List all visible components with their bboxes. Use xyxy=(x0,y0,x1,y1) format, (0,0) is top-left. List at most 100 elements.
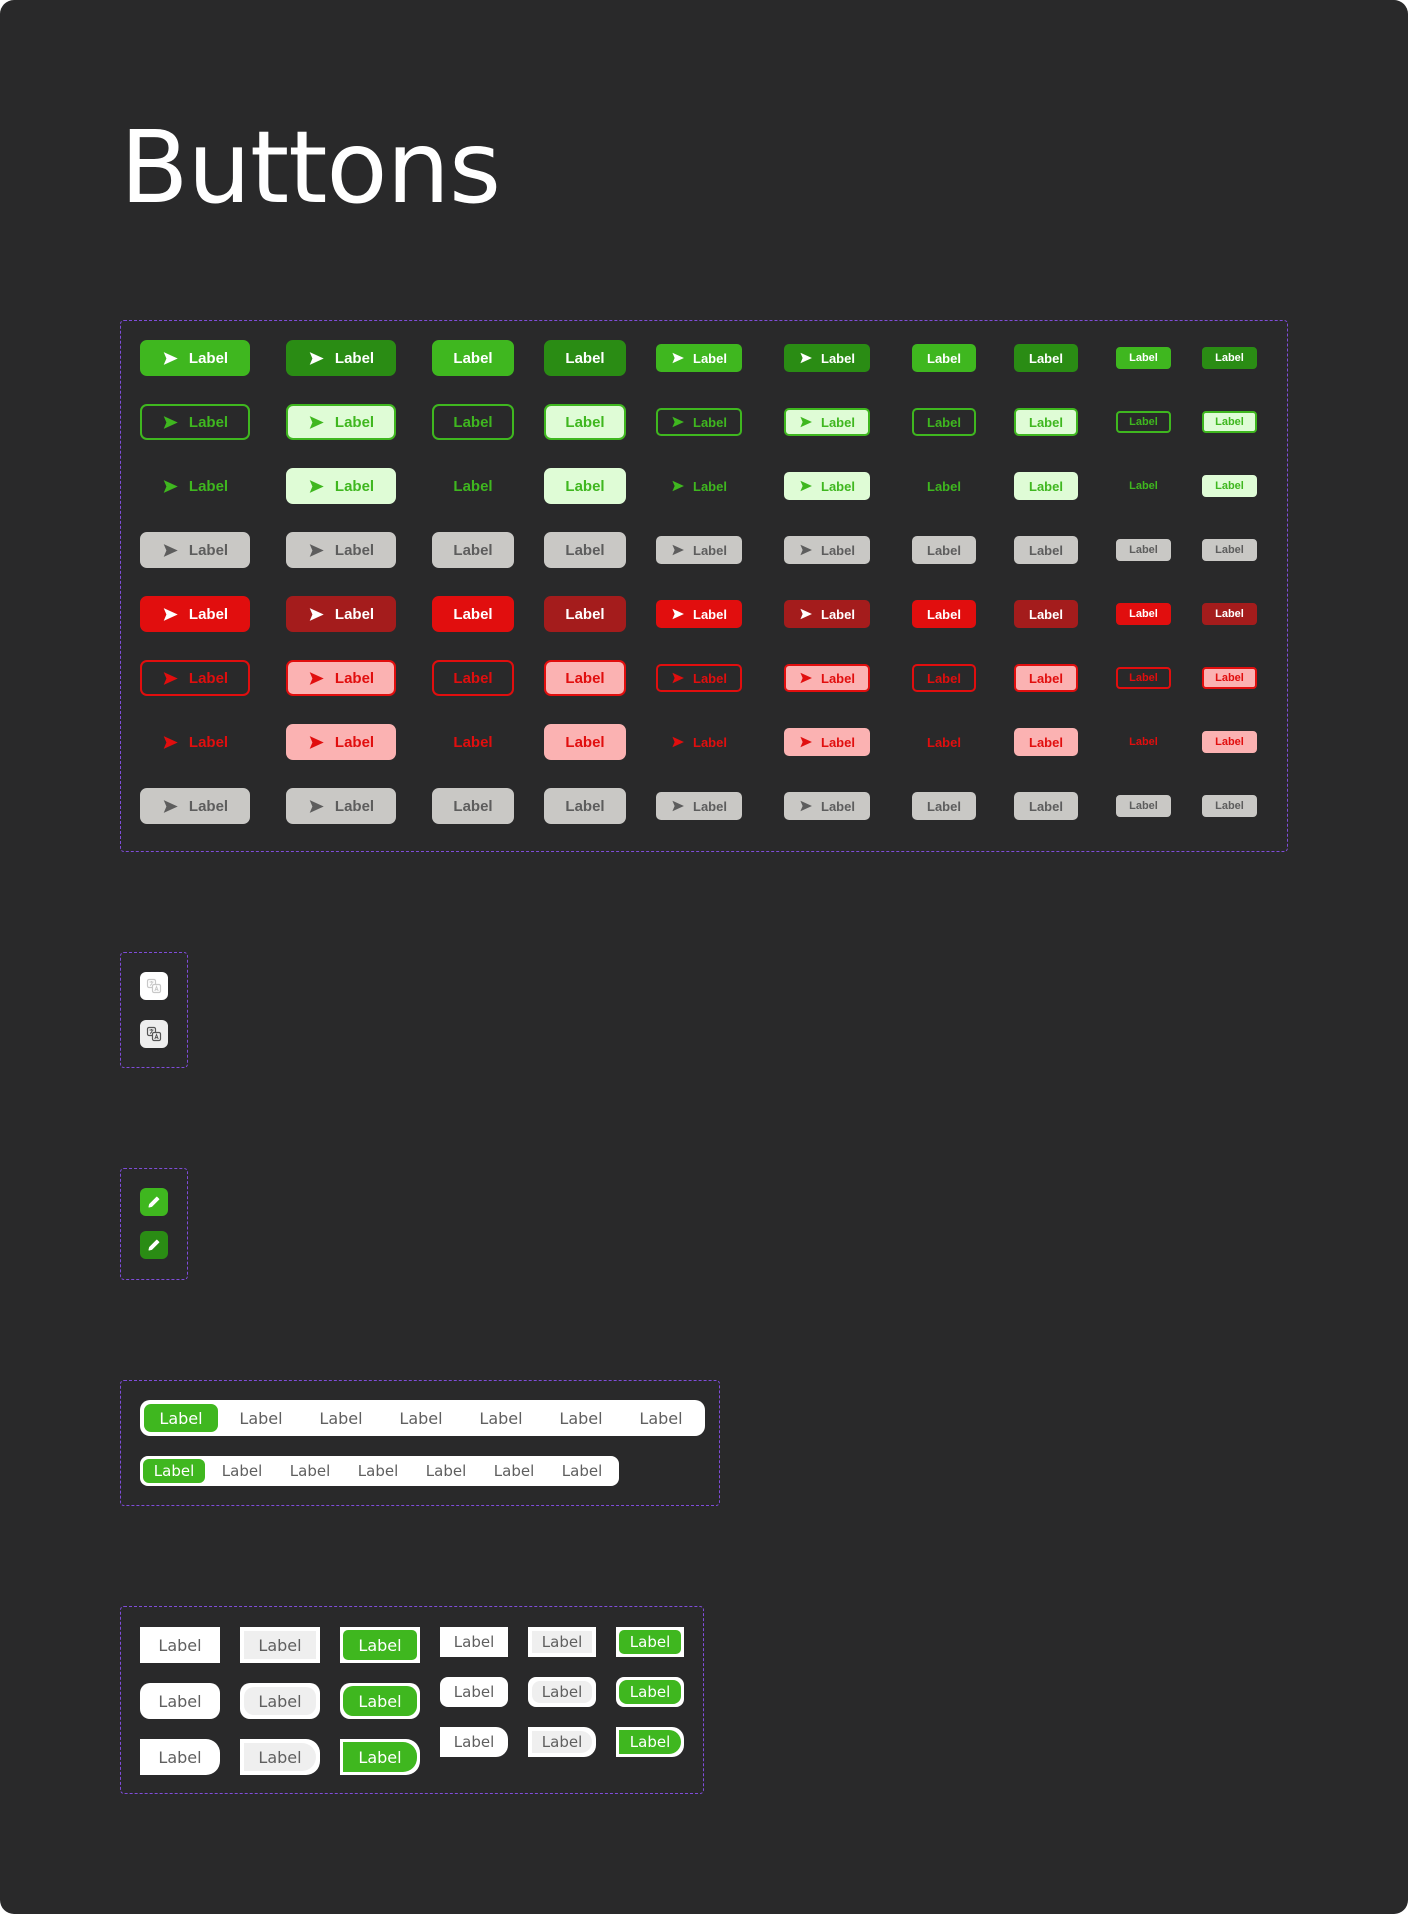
green-ghost-button-large-text-dark[interactable]: Label xyxy=(544,468,626,504)
red-filled-button-small-text[interactable]: Label xyxy=(1116,603,1171,625)
neutral-filled-button-large-text-dark[interactable]: Label xyxy=(544,532,626,568)
option-button-default-square[interactable]: Label xyxy=(440,1627,508,1657)
option-button-default-pill-right[interactable]: Label xyxy=(440,1727,508,1757)
green-outline-button-large-text-dark[interactable]: Label xyxy=(544,404,626,440)
red-outline-button-large-icon[interactable]: Label xyxy=(140,660,250,696)
option-button-default-rounded[interactable]: Label xyxy=(440,1677,508,1707)
red-outline-button-large-icon-dark[interactable]: Label xyxy=(286,660,396,696)
green-outline-button-large-icon-dark[interactable]: Label xyxy=(286,404,396,440)
segment-option[interactable]: Label xyxy=(301,1400,381,1436)
green-ghost-button-large-icon[interactable]: Label xyxy=(140,468,250,504)
segment-option[interactable]: Label xyxy=(144,1404,218,1432)
neutral-filled-button-medium-icon[interactable]: Label xyxy=(656,536,742,564)
red-outline-button-small-text[interactable]: Label xyxy=(1116,667,1171,689)
green-filled-button-medium-text-dark[interactable]: Label xyxy=(1014,344,1078,372)
neutral-disabled-button-large-icon[interactable]: Label xyxy=(140,788,250,824)
green-filled-button-medium-icon-dark[interactable]: Label xyxy=(784,344,870,372)
green-ghost-button-small-text-dark[interactable]: Label xyxy=(1202,475,1257,497)
red-ghost-button-large-icon[interactable]: Label xyxy=(140,724,250,760)
option-button-selected-rounded[interactable]: Label xyxy=(340,1683,420,1719)
segment-option[interactable]: Label xyxy=(541,1400,621,1436)
edit-button[interactable] xyxy=(140,1188,168,1216)
option-button-hover-pill-right[interactable]: Label xyxy=(528,1727,596,1757)
option-button-hover-square[interactable]: Label xyxy=(528,1627,596,1657)
red-filled-button-large-icon-dark[interactable]: Label xyxy=(286,596,396,632)
green-ghost-button-medium-text[interactable]: Label xyxy=(912,472,976,500)
red-outline-button-large-text-dark[interactable]: Label xyxy=(544,660,626,696)
green-filled-button-large-icon-dark[interactable]: Label xyxy=(286,340,396,376)
red-filled-button-large-text[interactable]: Label xyxy=(432,596,514,632)
option-button-hover-pill-right[interactable]: Label xyxy=(240,1739,320,1775)
red-ghost-button-medium-text-dark[interactable]: Label xyxy=(1014,728,1078,756)
green-filled-button-small-text-dark[interactable]: Label xyxy=(1202,347,1257,369)
red-ghost-button-small-text[interactable]: Label xyxy=(1116,731,1171,753)
green-ghost-button-large-icon-dark[interactable]: Label xyxy=(286,468,396,504)
option-button-hover-square[interactable]: Label xyxy=(240,1627,320,1663)
neutral-disabled-button-medium-text[interactable]: Label xyxy=(912,792,976,820)
option-button-hover-rounded[interactable]: Label xyxy=(240,1683,320,1719)
neutral-filled-button-medium-icon-dark[interactable]: Label xyxy=(784,536,870,564)
option-button-selected-pill-right[interactable]: Label xyxy=(340,1739,420,1775)
green-filled-button-medium-icon[interactable]: Label xyxy=(656,344,742,372)
segment-option[interactable]: Label xyxy=(621,1400,701,1436)
green-ghost-button-medium-text-dark[interactable]: Label xyxy=(1014,472,1078,500)
red-filled-button-small-text-dark[interactable]: Label xyxy=(1202,603,1257,625)
green-outline-button-small-text[interactable]: Label xyxy=(1116,411,1171,433)
green-filled-button-small-text[interactable]: Label xyxy=(1116,347,1171,369)
segment-option[interactable]: Label xyxy=(412,1456,480,1486)
segment-option[interactable]: Label xyxy=(276,1456,344,1486)
red-filled-button-medium-text[interactable]: Label xyxy=(912,600,976,628)
red-outline-button-medium-icon-dark[interactable]: Label xyxy=(784,664,870,692)
green-filled-button-large-text[interactable]: Label xyxy=(432,340,514,376)
red-ghost-button-medium-icon[interactable]: Label xyxy=(656,728,742,756)
red-outline-button-medium-icon[interactable]: Label xyxy=(656,664,742,692)
translate-button-hover[interactable] xyxy=(140,1020,168,1048)
neutral-filled-button-medium-text[interactable]: Label xyxy=(912,536,976,564)
green-filled-button-large-text-dark[interactable]: Label xyxy=(544,340,626,376)
neutral-disabled-button-large-text-dark[interactable]: Label xyxy=(544,788,626,824)
neutral-filled-button-small-text[interactable]: Label xyxy=(1116,539,1171,561)
neutral-filled-button-medium-text-dark[interactable]: Label xyxy=(1014,536,1078,564)
segment-option[interactable]: Label xyxy=(381,1400,461,1436)
neutral-disabled-button-small-text-dark[interactable]: Label xyxy=(1202,795,1257,817)
green-filled-button-large-icon[interactable]: Label xyxy=(140,340,250,376)
red-outline-button-large-text[interactable]: Label xyxy=(432,660,514,696)
green-outline-button-medium-text[interactable]: Label xyxy=(912,408,976,436)
option-button-selected-pill-right[interactable]: Label xyxy=(616,1727,684,1757)
green-outline-button-medium-text-dark[interactable]: Label xyxy=(1014,408,1078,436)
green-ghost-button-medium-icon[interactable]: Label xyxy=(656,472,742,500)
option-button-default-square[interactable]: Label xyxy=(140,1627,220,1663)
red-filled-button-large-icon[interactable]: Label xyxy=(140,596,250,632)
red-filled-button-medium-text-dark[interactable]: Label xyxy=(1014,600,1078,628)
green-outline-button-medium-icon[interactable]: Label xyxy=(656,408,742,436)
green-outline-button-medium-icon-dark[interactable]: Label xyxy=(784,408,870,436)
green-ghost-button-large-text[interactable]: Label xyxy=(432,468,514,504)
neutral-filled-button-large-icon-dark[interactable]: Label xyxy=(286,532,396,568)
segment-option[interactable]: Label xyxy=(548,1456,616,1486)
red-ghost-button-small-text-dark[interactable]: Label xyxy=(1202,731,1257,753)
neutral-filled-button-small-text-dark[interactable]: Label xyxy=(1202,539,1257,561)
red-ghost-button-large-icon-dark[interactable]: Label xyxy=(286,724,396,760)
segment-option[interactable]: Label xyxy=(208,1456,276,1486)
option-button-selected-rounded[interactable]: Label xyxy=(616,1677,684,1707)
neutral-disabled-button-small-text[interactable]: Label xyxy=(1116,795,1171,817)
neutral-disabled-button-medium-icon-dark[interactable]: Label xyxy=(784,792,870,820)
option-button-default-rounded[interactable]: Label xyxy=(140,1683,220,1719)
segment-option[interactable]: Label xyxy=(221,1400,301,1436)
segment-option[interactable]: Label xyxy=(480,1456,548,1486)
green-outline-button-small-text-dark[interactable]: Label xyxy=(1202,411,1257,433)
red-outline-button-medium-text[interactable]: Label xyxy=(912,664,976,692)
green-ghost-button-medium-icon-dark[interactable]: Label xyxy=(784,472,870,500)
red-ghost-button-medium-icon-dark[interactable]: Label xyxy=(784,728,870,756)
segment-option[interactable]: Label xyxy=(143,1459,205,1483)
red-outline-button-small-text-dark[interactable]: Label xyxy=(1202,667,1257,689)
neutral-filled-button-large-text[interactable]: Label xyxy=(432,532,514,568)
edit-button-hover[interactable] xyxy=(140,1231,168,1259)
option-button-hover-rounded[interactable]: Label xyxy=(528,1677,596,1707)
option-button-selected-square[interactable]: Label xyxy=(616,1627,684,1657)
neutral-disabled-button-medium-text-dark[interactable]: Label xyxy=(1014,792,1078,820)
red-filled-button-medium-icon-dark[interactable]: Label xyxy=(784,600,870,628)
segment-option[interactable]: Label xyxy=(344,1456,412,1486)
red-filled-button-large-text-dark[interactable]: Label xyxy=(544,596,626,632)
neutral-disabled-button-medium-icon[interactable]: Label xyxy=(656,792,742,820)
